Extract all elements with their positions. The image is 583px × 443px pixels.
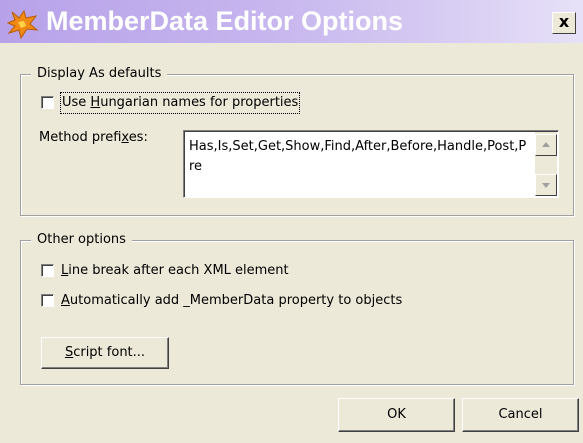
title-bar[interactable]: MemberData Editor Options x bbox=[0, 0, 583, 43]
auto-add-accel: A bbox=[61, 293, 70, 308]
display-defaults-group: Display As defaults Use Hungarian names … bbox=[20, 65, 574, 216]
hungarian-names-checkbox[interactable] bbox=[41, 96, 54, 109]
hungarian-names-label[interactable]: Use Hungarian names for properties bbox=[59, 92, 301, 114]
hungarian-label-text-1: Use bbox=[62, 95, 91, 110]
prefixes-label-text-1: Method prefi bbox=[39, 130, 122, 145]
other-options-legend: Other options bbox=[31, 231, 132, 249]
cancel-button[interactable]: Cancel bbox=[462, 398, 579, 432]
arrow-up-icon bbox=[542, 142, 550, 147]
method-prefixes-scrollbar[interactable] bbox=[535, 132, 557, 196]
method-prefixes-value[interactable]: Has,Is,Set,Get,Show,Find,After,Before,Ha… bbox=[189, 137, 527, 177]
hungarian-label-accel: H bbox=[90, 95, 101, 110]
line-break-row[interactable]: Line break after each XML element bbox=[41, 261, 361, 281]
line-break-label[interactable]: Line break after each XML element bbox=[61, 261, 289, 281]
hungarian-label-text-2: ungarian names for properties bbox=[100, 95, 299, 110]
line-break-checkbox[interactable] bbox=[41, 264, 54, 277]
fox-icon bbox=[6, 9, 39, 39]
window-title: MemberData Editor Options bbox=[46, 6, 404, 36]
prefixes-label-text-2: es: bbox=[128, 130, 148, 145]
script-font-button[interactable]: Script font... bbox=[41, 337, 169, 369]
auto-add-checkbox[interactable] bbox=[41, 294, 54, 307]
close-button[interactable]: x bbox=[552, 12, 576, 34]
auto-add-row[interactable]: Automatically add _MemberData property t… bbox=[41, 291, 481, 311]
display-defaults-legend: Display As defaults bbox=[31, 65, 168, 83]
method-prefixes-field[interactable]: Has,Is,Set,Get,Show,Find,After,Before,Ha… bbox=[183, 130, 559, 198]
auto-add-label[interactable]: Automatically add _MemberData property t… bbox=[61, 291, 402, 311]
script-font-text: cript font... bbox=[73, 345, 146, 360]
method-prefixes-label: Method prefixes: bbox=[39, 130, 148, 145]
line-break-text: ine break after each XML element bbox=[68, 263, 289, 278]
prefixes-label-accel: x bbox=[121, 130, 129, 145]
script-font-accel: S bbox=[64, 345, 74, 360]
scroll-up-button[interactable] bbox=[535, 134, 557, 156]
scroll-down-button[interactable] bbox=[535, 174, 557, 196]
ok-button[interactable]: OK bbox=[338, 398, 455, 432]
auto-add-text: utomatically add _MemberData property to… bbox=[69, 293, 403, 308]
hungarian-names-row[interactable]: Use Hungarian names for properties bbox=[41, 92, 361, 114]
arrow-down-icon bbox=[542, 183, 550, 188]
other-options-group: Other options Line break after each XML … bbox=[20, 231, 574, 385]
